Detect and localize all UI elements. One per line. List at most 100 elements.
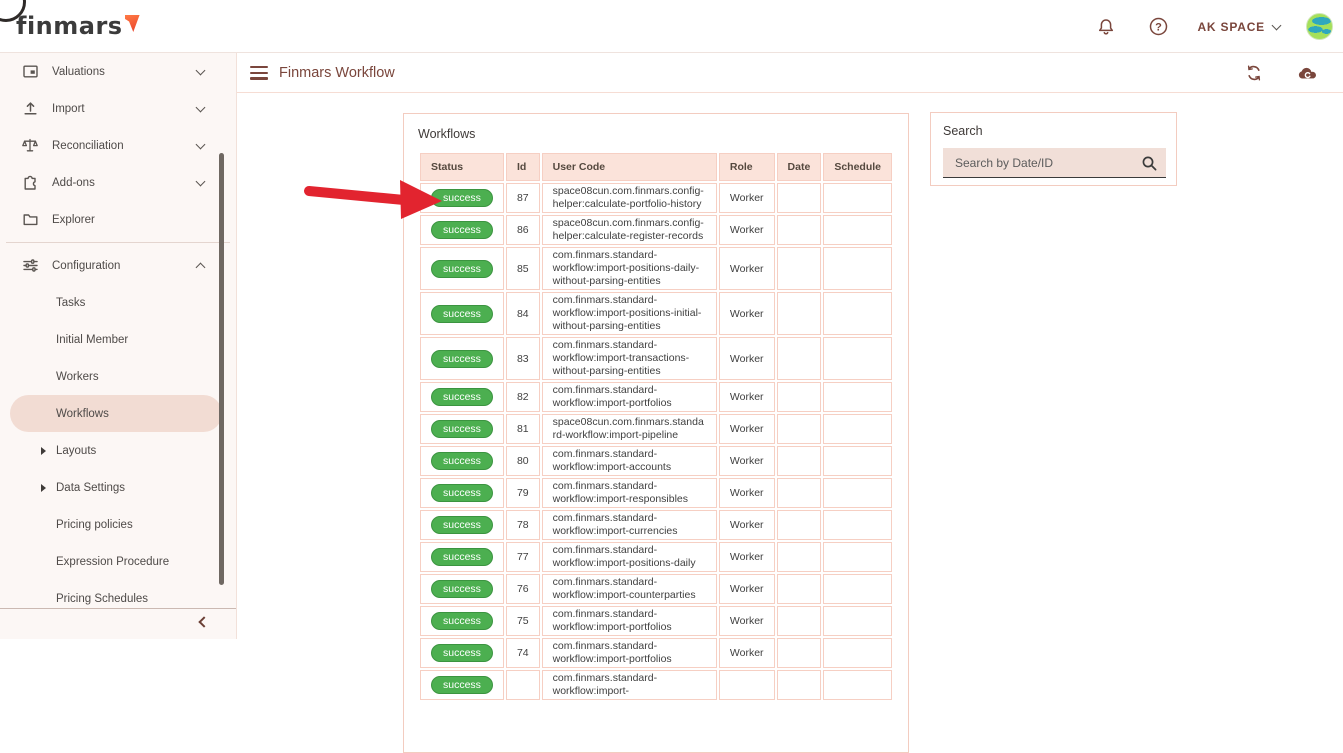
column-header-schedule: Schedule: [823, 153, 892, 181]
sidebar-item-expression-procedure[interactable]: Expression Procedure: [0, 543, 236, 580]
workflow-date-cell: [777, 542, 822, 572]
workflow-status-cell: success: [420, 183, 504, 213]
workflow-usercode-cell: space08cun.com.finmars.config-helper:cal…: [542, 183, 717, 213]
sidebar-item-label: Workflows: [56, 408, 109, 420]
workspace-selector[interactable]: AK SPACE: [1197, 20, 1280, 34]
search-panel-title: Search: [943, 124, 1164, 138]
notification-bell-icon[interactable]: [1093, 14, 1119, 40]
workflow-status-cell: success: [420, 478, 504, 508]
workflow-usercode-cell: com.finmars.standard-workflow:import-por…: [542, 638, 717, 668]
refresh-icon[interactable]: [1241, 60, 1267, 86]
cloud-sync-icon[interactable]: [1295, 60, 1321, 86]
sidebar-item-valuations[interactable]: Valuations: [0, 53, 236, 90]
workflow-row[interactable]: success80com.finmars.standard-workflow:i…: [420, 446, 892, 476]
workflow-row[interactable]: success79com.finmars.standard-workflow:i…: [420, 478, 892, 508]
workflow-usercode-cell: com.finmars.standard-workflow:import-por…: [542, 606, 717, 636]
help-icon[interactable]: ?: [1145, 14, 1171, 40]
workflow-status-cell: success: [420, 215, 504, 245]
workflow-role-cell: [719, 670, 775, 700]
workflow-status-cell: success: [420, 574, 504, 604]
workflow-date-cell: [777, 446, 822, 476]
sidebar-item-initial-member[interactable]: Initial Member: [0, 321, 236, 358]
finmars-logo-triangle-icon: [125, 15, 140, 32]
workflow-status-cell: success: [420, 670, 504, 700]
import-icon: [21, 100, 39, 118]
user-avatar[interactable]: [1306, 13, 1333, 40]
workflow-row[interactable]: success78com.finmars.standard-workflow:i…: [420, 510, 892, 540]
topbar-actions: ? AK SPACE: [1093, 0, 1333, 53]
workflow-id-cell: 85: [506, 247, 540, 290]
sidebar-scrollbar[interactable]: [219, 153, 224, 585]
workflow-row[interactable]: success75com.finmars.standard-workflow:i…: [420, 606, 892, 636]
chevron-down-icon: [196, 65, 206, 75]
workflow-row[interactable]: success81space08cun.com.finmars.standard…: [420, 414, 892, 444]
sidebar-item-label: Workers: [56, 371, 99, 383]
workflow-role-cell: Worker: [719, 446, 775, 476]
search-input[interactable]: [943, 148, 1166, 177]
search-icon[interactable]: [1141, 155, 1158, 172]
valuations-icon: [21, 63, 39, 81]
column-header-status: Status: [420, 153, 504, 181]
workflows-table: StatusIdUser CodeRoleDateSchedule succes…: [418, 151, 894, 702]
workflow-row[interactable]: successcom.finmars.standard-workflow:imp…: [420, 670, 892, 700]
workflow-status-cell: success: [420, 247, 504, 290]
workflow-row[interactable]: success82com.finmars.standard-workflow:i…: [420, 382, 892, 412]
workflow-date-cell: [777, 247, 822, 290]
finmars-logo[interactable]: finmars: [16, 12, 140, 40]
workflow-row[interactable]: success85com.finmars.standard-workflow:i…: [420, 247, 892, 290]
sidebar-item-label: Import: [52, 103, 85, 115]
expand-arrow-icon[interactable]: [41, 484, 46, 492]
svg-text:?: ?: [1155, 22, 1162, 34]
sidebar-item-data-settings[interactable]: Data Settings: [0, 469, 236, 506]
sidebar-item-workers[interactable]: Workers: [0, 358, 236, 395]
workflow-usercode-cell: com.finmars.standard-workflow:import-tra…: [542, 337, 717, 380]
workflow-schedule-cell: [823, 542, 892, 572]
menu-hamburger-icon[interactable]: [250, 66, 268, 80]
workflow-role-cell: Worker: [719, 183, 775, 213]
workflow-id-cell: 78: [506, 510, 540, 540]
sidebar-item-reconciliation[interactable]: Reconciliation: [0, 127, 236, 164]
workflow-id-cell: 79: [506, 478, 540, 508]
sidebar-footer: [0, 608, 236, 639]
expand-arrow-icon[interactable]: [41, 447, 46, 455]
sidebar-item-pricing-policies[interactable]: Pricing policies: [0, 506, 236, 543]
workflow-date-cell: [777, 414, 822, 444]
workflow-schedule-cell: [823, 215, 892, 245]
workflow-schedule-cell: [823, 510, 892, 540]
workflow-status-cell: success: [420, 292, 504, 335]
sidebar-collapse-icon[interactable]: [198, 616, 209, 627]
status-badge: success: [431, 676, 493, 694]
workflow-role-cell: Worker: [719, 382, 775, 412]
explorer-icon: [21, 211, 39, 229]
sidebar-item-explorer[interactable]: Explorer: [0, 201, 236, 238]
workflow-row[interactable]: success86space08cun.com.finmars.config-h…: [420, 215, 892, 245]
workflow-row[interactable]: success77com.finmars.standard-workflow:i…: [420, 542, 892, 572]
sidebar-item-label: Add-ons: [52, 177, 95, 189]
sidebar-nav: Valuations Import Reconciliation Add-ons Exp…: [0, 53, 237, 639]
workflow-date-cell: [777, 574, 822, 604]
workflow-id-cell: 74: [506, 638, 540, 668]
search-field: [943, 148, 1166, 178]
workflow-row[interactable]: success84com.finmars.standard-workflow:i…: [420, 292, 892, 335]
status-badge: success: [431, 516, 493, 534]
sidebar-item-layouts[interactable]: Layouts: [0, 432, 236, 469]
workflow-row[interactable]: success83com.finmars.standard-workflow:i…: [420, 337, 892, 380]
workflow-row[interactable]: success87space08cun.com.finmars.config-h…: [420, 183, 892, 213]
column-header-role: Role: [719, 153, 775, 181]
sidebar-item-workflows[interactable]: Workflows: [0, 395, 236, 432]
workflow-row[interactable]: success74com.finmars.standard-workflow:i…: [420, 638, 892, 668]
sidebar-configuration-subitems: TasksInitial Member Workers Workflows Layou…: [0, 284, 236, 617]
sidebar-item-tasks[interactable]: Tasks: [0, 284, 236, 321]
sidebar-item-add-ons[interactable]: Add-ons: [0, 164, 236, 201]
status-badge: success: [431, 189, 493, 207]
workflow-row[interactable]: success76com.finmars.standard-workflow:i…: [420, 574, 892, 604]
workflow-schedule-cell: [823, 337, 892, 380]
sidebar-item-configuration[interactable]: Configuration: [0, 247, 236, 284]
workflow-date-cell: [777, 510, 822, 540]
workflow-date-cell: [777, 478, 822, 508]
workflow-date-cell: [777, 638, 822, 668]
workflow-usercode-cell: com.finmars.standard-workflow:import-acc…: [542, 446, 717, 476]
sidebar-item-import[interactable]: Import: [0, 90, 236, 127]
workflow-role-cell: Worker: [719, 574, 775, 604]
workflow-id-cell: 80: [506, 446, 540, 476]
